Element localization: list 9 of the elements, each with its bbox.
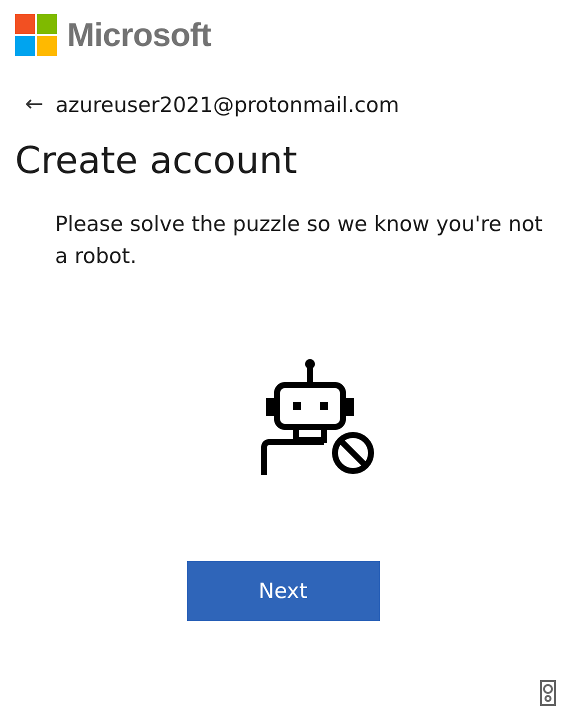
- brand-name: Microsoft: [67, 16, 211, 54]
- back-arrow[interactable]: ←: [25, 92, 44, 117]
- robot-blocked-icon: [260, 358, 376, 475]
- next-button[interactable]: Next: [186, 561, 380, 621]
- email-address: azureuser2021@protonmail.com: [55, 92, 400, 116]
- instruction-text: Please solve the puzzle so we know you're not a robot.: [55, 211, 544, 270]
- page-title: Create account: [15, 139, 298, 182]
- logo-icon: [15, 14, 57, 56]
- audio-speaker-icon[interactable]: [540, 680, 556, 706]
